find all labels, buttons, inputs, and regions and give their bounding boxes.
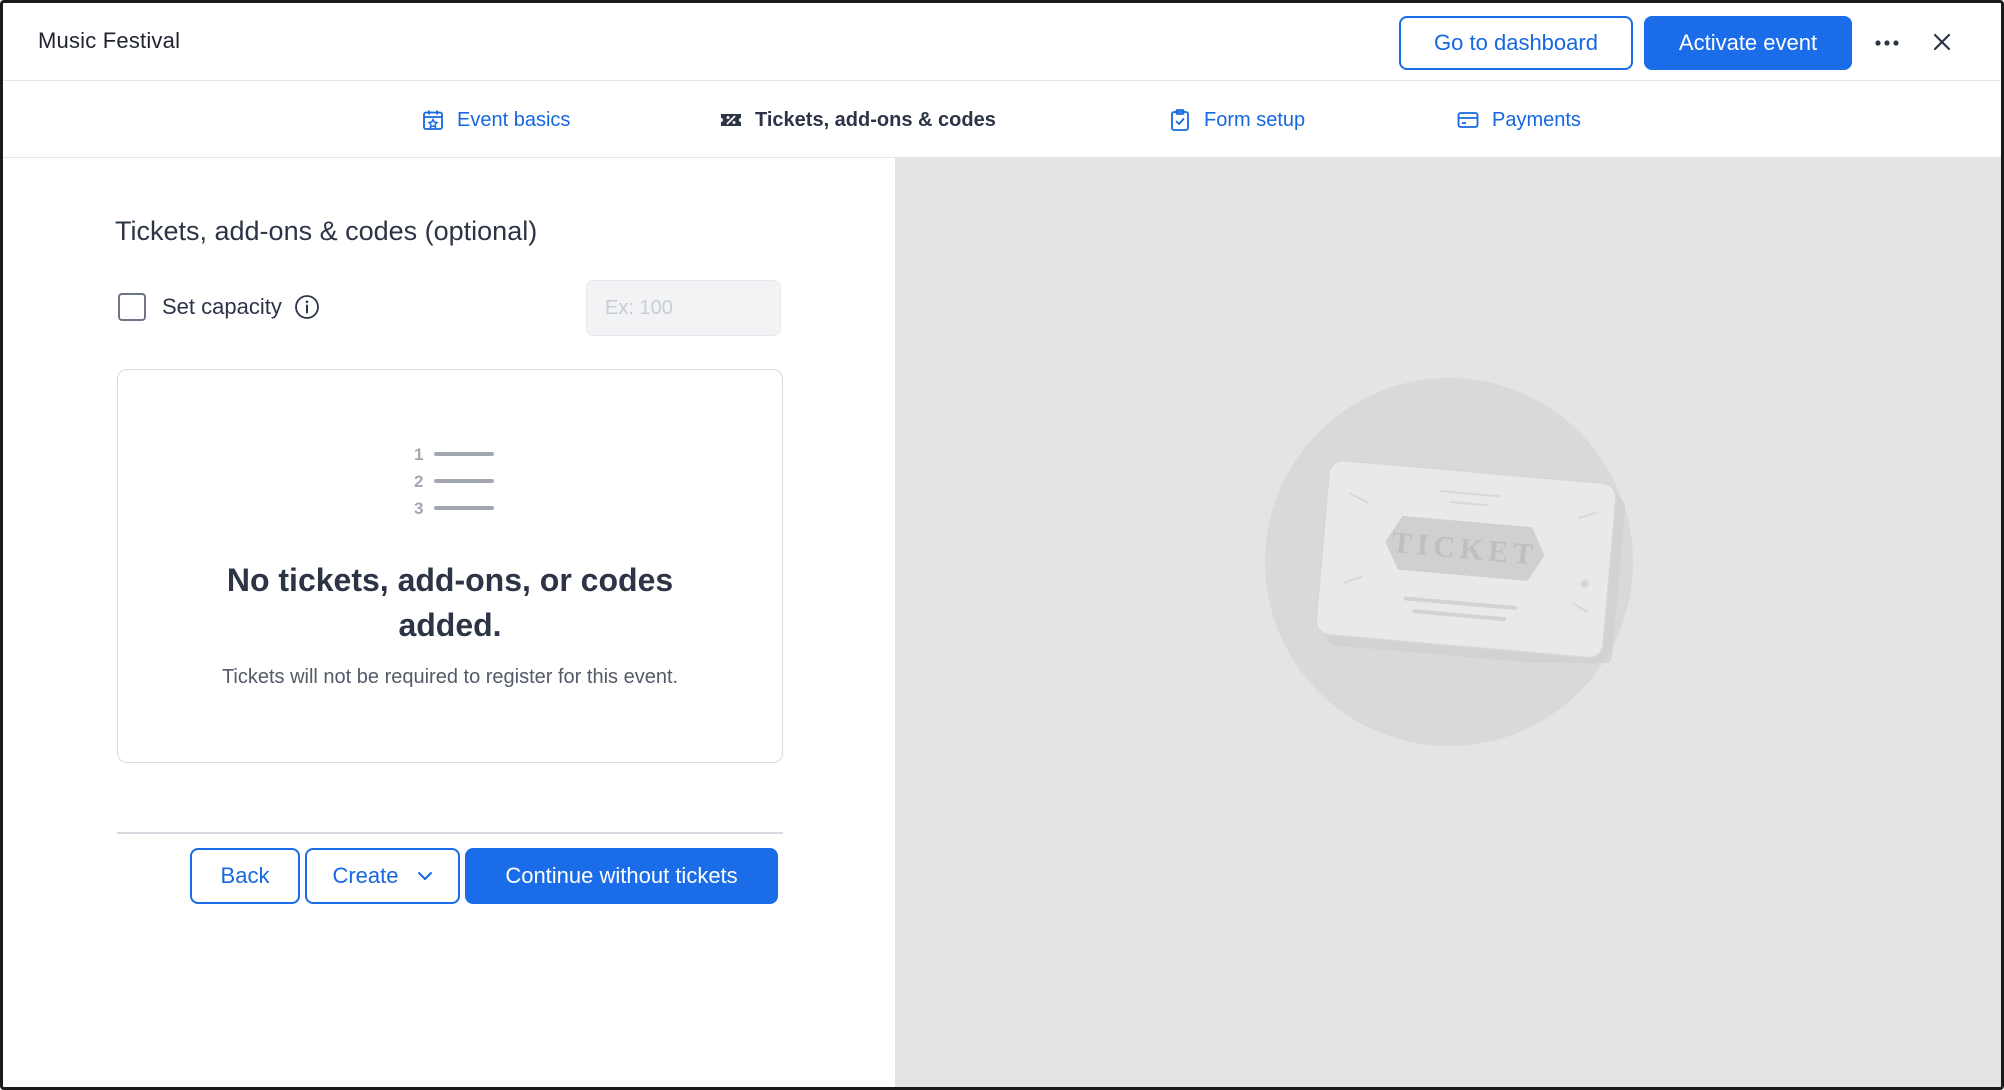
list-number: 2 (414, 472, 423, 491)
activate-event-button[interactable]: Activate event (1644, 16, 1852, 70)
tab-label: Form setup (1204, 108, 1306, 131)
set-capacity-checkbox[interactable] (118, 293, 146, 321)
create-dropdown-button[interactable]: Create (305, 848, 460, 904)
continue-without-tickets-button[interactable]: Continue without tickets (465, 848, 778, 904)
credit-card-icon (1457, 112, 1479, 128)
tab-tickets-addons-codes[interactable]: Tickets, add-ons & codes (719, 106, 996, 134)
numbered-list-icon: 1 2 3 (414, 445, 494, 518)
tab-label: Payments (1492, 108, 1581, 131)
empty-state-card: 1 2 3 No tickets, add-ons, or codes adde… (117, 369, 783, 763)
info-icon[interactable] (294, 294, 320, 320)
top-bar: Music Festival Go to dashboard Activate … (3, 3, 2001, 81)
footer-divider (117, 832, 783, 834)
capacity-input[interactable] (586, 280, 781, 336)
chevron-down-icon (417, 872, 432, 880)
step-tabs: Event basics Tickets, add-ons & codes Fo… (3, 82, 2001, 158)
tab-label: Tickets, add-ons & codes (755, 108, 996, 131)
tab-event-basics[interactable]: Event basics (421, 106, 570, 134)
back-button-label: Back (220, 863, 270, 888)
list-number: 1 (414, 445, 423, 464)
go-to-dashboard-button[interactable]: Go to dashboard (1399, 16, 1633, 70)
set-capacity-label: Set capacity (162, 294, 282, 319)
capacity-row: Set capacity (118, 292, 320, 322)
section-title: Tickets, add-ons & codes (optional) (115, 216, 538, 246)
empty-state-heading: No tickets, add-ons, or codes added. (226, 562, 674, 643)
more-options-icon[interactable] (1869, 25, 1905, 61)
tab-payments[interactable]: Payments (1456, 106, 1581, 134)
list-number: 3 (414, 499, 423, 518)
tab-form-setup[interactable]: Form setup (1168, 106, 1305, 134)
clipboard-check-icon (1171, 109, 1189, 131)
event-title: Music Festival (38, 28, 181, 53)
back-button[interactable]: Back (190, 848, 300, 904)
create-button-label: Create (332, 863, 399, 888)
tab-label: Event basics (457, 108, 571, 131)
tickets-form-panel: Tickets, add-ons & codes (optional) Set … (3, 158, 895, 1087)
empty-state-subtext: Tickets will not be required to register… (221, 666, 679, 688)
calendar-star-icon (423, 110, 443, 130)
ticket-illustration: TICKET (1315, 459, 1625, 663)
ticket-percent-icon (721, 114, 741, 126)
preview-panel: TICKET (895, 158, 2001, 1087)
continue-button-label: Continue without tickets (505, 863, 738, 888)
close-icon[interactable] (1924, 24, 1960, 60)
app-window: Music Festival Go to dashboard Activate … (0, 0, 2004, 1090)
